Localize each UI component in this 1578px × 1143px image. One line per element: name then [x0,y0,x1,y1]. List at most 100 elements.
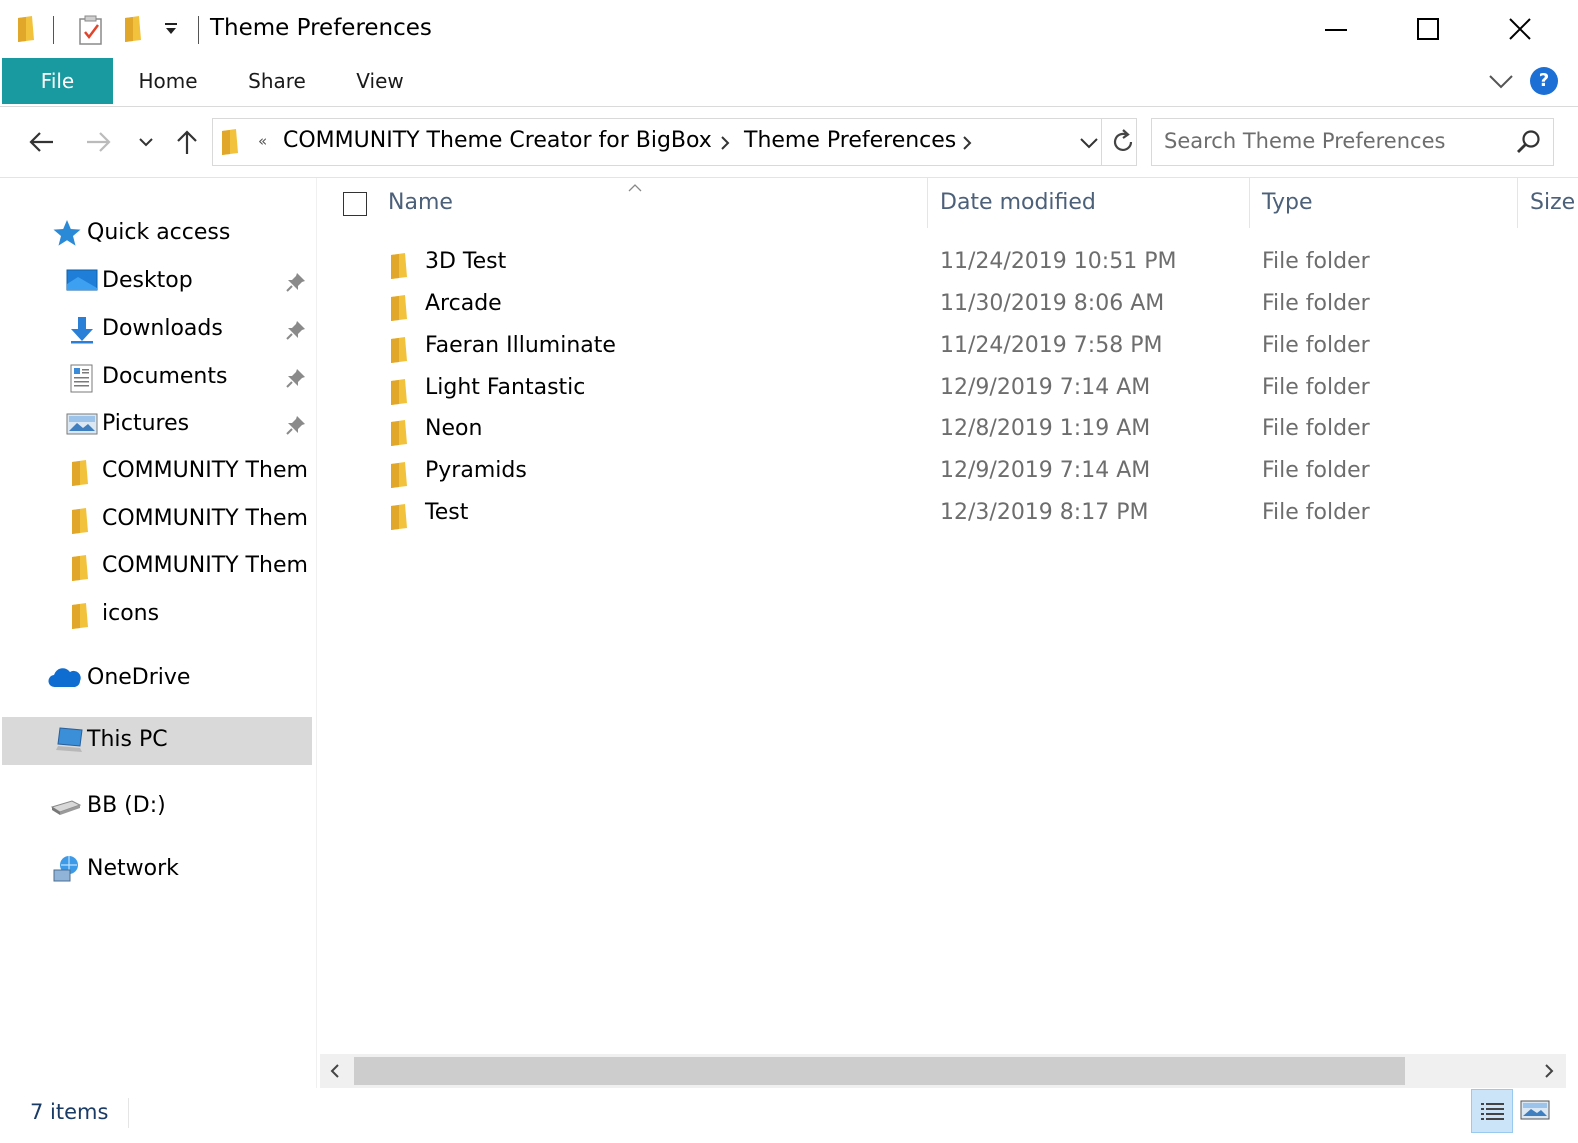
title-separator [198,16,199,44]
scroll-right-icon[interactable] [1542,1063,1556,1083]
maximize-icon [1417,18,1439,40]
customize-quick-access-icon[interactable] [162,20,180,42]
back-arrow-icon [29,132,53,152]
horizontal-scrollbar[interactable] [320,1054,1566,1088]
pin-icon[interactable] [285,367,307,393]
sidebar-item-pictures[interactable]: Pictures [2,403,312,447]
column-header-size[interactable]: Size [1530,190,1575,215]
sidebar-item-desktop[interactable]: Desktop [2,260,312,304]
search-icon[interactable] [1516,129,1542,159]
folder-icon [389,502,411,536]
sidebar-item-label: icons [102,601,160,626]
new-folder-icon[interactable] [123,14,145,48]
folder-icon [389,251,411,285]
table-row[interactable]: Neon 12/8/2019 1:19 AM File folder [317,410,1578,452]
table-row[interactable]: Light Fantastic 12/9/2019 7:14 AM File f… [317,369,1578,411]
large-icons-view-icon [1520,1100,1550,1120]
help-icon[interactable]: ? [1530,67,1558,95]
search-input[interactable]: Search Theme Preferences [1164,129,1445,153]
file-name: Arcade [425,291,502,316]
quick-access-separator [53,16,54,44]
maximize-button[interactable] [1382,0,1474,58]
file-name: Test [425,500,469,525]
minimize-button[interactable] [1290,0,1382,58]
sidebar-item-downloads[interactable]: Downloads [2,308,312,352]
close-button[interactable] [1474,0,1566,58]
cloud-icon [48,667,82,693]
details-view-button[interactable] [1471,1089,1513,1133]
column-divider[interactable] [1517,178,1518,228]
search-box[interactable]: Search Theme Preferences [1151,118,1554,166]
sidebar-item-label: Downloads [102,316,223,341]
table-row[interactable]: Pyramids 12/9/2019 7:14 AM File folder [317,452,1578,494]
column-divider[interactable] [927,178,928,228]
back-button[interactable] [22,107,62,177]
sidebar-item-community-1[interactable]: COMMUNITY Them [2,450,312,494]
breadcrumb-separator-icon[interactable] [961,134,973,156]
folder-icon [389,377,411,411]
file-name: Faeran Illuminate [425,333,616,358]
sidebar-item-documents[interactable]: Documents [2,356,312,400]
details-view-icon [1481,1103,1504,1120]
sidebar-item-label: Network [87,856,179,881]
column-header-type[interactable]: Type [1262,190,1313,215]
file-date: 11/30/2019 8:06 AM [940,291,1165,316]
close-icon [1509,18,1531,40]
sidebar-item-label: COMMUNITY Them [102,553,308,578]
sidebar-item-quick-access[interactable]: Quick access [2,212,312,256]
file-type: File folder [1262,500,1370,525]
desktop-icon [66,268,98,298]
select-all-checkbox[interactable] [343,192,367,216]
up-button[interactable] [170,107,204,177]
recent-locations-button[interactable] [132,107,160,177]
pictures-icon [66,411,98,441]
tab-file[interactable]: File [2,58,113,104]
file-date: 12/9/2019 7:14 AM [940,458,1151,483]
address-bar[interactable]: « COMMUNITY Theme Creator for BigBox The… [212,118,1137,166]
column-divider[interactable] [1249,178,1250,228]
column-header-date-modified[interactable]: Date modified [940,190,1096,215]
sidebar-item-network[interactable]: Network [2,848,312,892]
scroll-left-icon[interactable] [328,1063,342,1083]
address-divider [1101,119,1102,165]
tab-home[interactable]: Home [126,58,210,104]
file-name: Pyramids [425,458,527,483]
scrollbar-thumb[interactable] [354,1057,1405,1085]
item-count: 7 items [30,1100,109,1124]
refresh-icon[interactable] [1111,129,1135,159]
address-history-icon[interactable] [1079,135,1099,154]
column-header-name[interactable]: Name [388,190,453,215]
folder-icon [220,127,242,161]
pin-icon[interactable] [285,271,307,297]
table-row[interactable]: Faeran Illuminate 11/24/2019 7:58 PM Fil… [317,327,1578,369]
tab-share[interactable]: Share [236,58,318,104]
table-row[interactable]: 3D Test 11/24/2019 10:51 PM File folder [317,243,1578,285]
tab-view[interactable]: View [344,58,416,104]
large-icons-view-button[interactable] [1519,1098,1551,1128]
breadcrumb-overflow[interactable]: « [258,132,267,150]
forward-arrow-icon [87,132,111,152]
sidebar-item-icons[interactable]: icons [2,593,312,637]
sidebar-item-community-3[interactable]: COMMUNITY Them [2,545,312,589]
sidebar-item-onedrive[interactable]: OneDrive [2,657,312,701]
file-type: File folder [1262,333,1370,358]
minimize-icon [1325,29,1347,31]
table-row[interactable]: Arcade 11/30/2019 8:06 AM File folder [317,285,1578,327]
pin-icon[interactable] [285,414,307,440]
file-list: Name Date modified Type Size 3D Test 11/… [317,178,1578,1054]
breadcrumb-separator-icon[interactable] [719,134,731,156]
breadcrumb-item[interactable]: COMMUNITY Theme Creator for BigBox [283,128,712,153]
breadcrumb-item[interactable]: Theme Preferences [744,128,956,153]
sidebar-item-community-2[interactable]: COMMUNITY Them [2,498,312,542]
sidebar-item-drive-d[interactable]: BB (D:) [2,785,312,829]
window-title: Theme Preferences [210,15,432,41]
forward-button[interactable] [78,107,118,177]
folder-icon [16,14,38,48]
properties-icon[interactable] [77,14,105,50]
drive-icon [50,797,82,821]
table-row[interactable]: Test 12/3/2019 8:17 PM File folder [317,494,1578,536]
expand-ribbon-icon[interactable] [1488,70,1514,96]
sidebar-item-this-pc[interactable]: This PC [2,717,312,765]
sidebar-item-label: COMMUNITY Them [102,506,308,531]
pin-icon[interactable] [285,319,307,345]
